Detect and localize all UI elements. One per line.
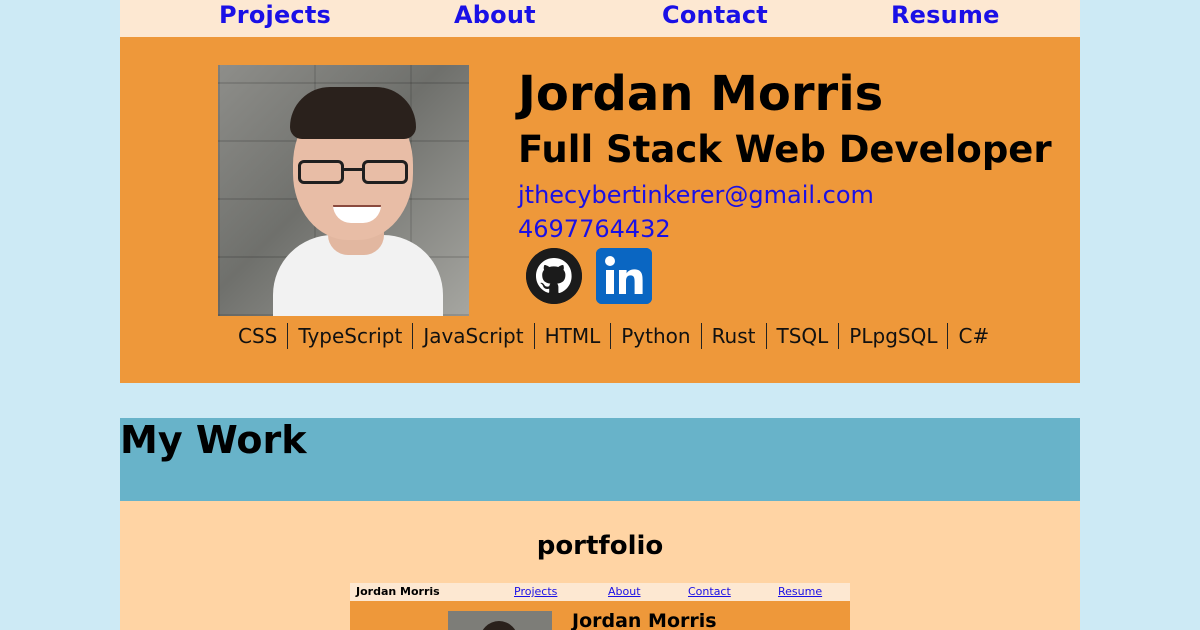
nav-link-contact[interactable]: Contact: [662, 0, 768, 30]
skill-item: C#: [947, 323, 999, 349]
preview-name: Jordan Morris: [356, 585, 440, 598]
skill-item: HTML: [533, 323, 611, 349]
nav-link-projects[interactable]: Projects: [219, 0, 331, 30]
project-preview-image[interactable]: Jordan Morris Projects About Contact Res…: [350, 583, 850, 630]
skill-item: TSQL: [765, 323, 839, 349]
profile-role: Full Stack Web Developer: [518, 128, 1052, 171]
skill-item: JavaScript: [412, 323, 533, 349]
profile-name: Jordan Morris: [518, 66, 884, 122]
skill-item: Rust: [700, 323, 766, 349]
nav-link-resume[interactable]: Resume: [891, 0, 1000, 30]
preview-photo: [448, 611, 552, 630]
social-links: [526, 247, 652, 305]
skill-item: PLpgSQL: [838, 323, 947, 349]
profile-header: Jordan Morris Full Stack Web Developer j…: [120, 37, 1080, 383]
page: Projects About Contact Resume Jordan Mor…: [120, 0, 1080, 630]
preview-nav-link: Contact: [688, 585, 731, 598]
skill-item: CSS: [238, 324, 278, 348]
preview-heading: Jordan Morris: [572, 610, 717, 630]
preview-nav-link: Projects: [514, 585, 558, 598]
skill-item: Python: [610, 323, 700, 349]
skills-list: CSS TypeScript JavaScript HTML Python Ru…: [228, 321, 999, 351]
email-link[interactable]: jthecybertinkerer@gmail.com: [518, 180, 874, 210]
section-title: My Work: [120, 418, 307, 462]
github-icon[interactable]: [526, 248, 582, 304]
profile-photo: [218, 65, 469, 316]
my-work-header: My Work: [120, 418, 1080, 501]
project-card: portfolio Jordan Morris Projects About C…: [120, 501, 1080, 630]
nav-link-about[interactable]: About: [454, 0, 536, 30]
top-nav: Projects About Contact Resume: [120, 0, 1080, 37]
skill-item: TypeScript: [287, 323, 412, 349]
preview-nav-link: About: [608, 585, 641, 598]
preview-nav-link: Resume: [778, 585, 823, 598]
project-title: portfolio: [536, 531, 664, 561]
phone-link[interactable]: 4697764432: [518, 214, 671, 244]
linkedin-icon[interactable]: [596, 248, 652, 304]
